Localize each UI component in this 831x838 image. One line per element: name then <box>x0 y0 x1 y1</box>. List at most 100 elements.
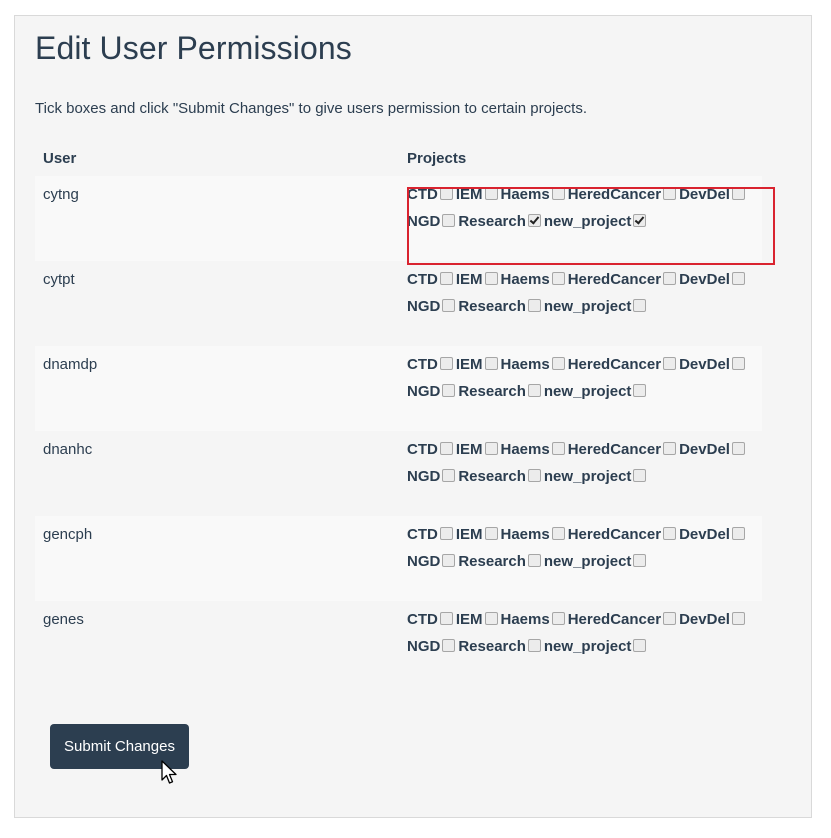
project-checkbox[interactable] <box>439 357 453 370</box>
project-checkbox[interactable] <box>484 612 498 625</box>
project-label: new_project <box>543 638 632 655</box>
project-label: Research <box>458 383 526 400</box>
project-option: HeredCancer <box>568 186 677 203</box>
project-option: new_project <box>544 553 647 570</box>
project-option: DevDel <box>679 441 745 458</box>
project-option: DevDel <box>679 186 745 203</box>
project-checkboxes: CTD IEM Haems HeredCancer DevDel NGD Research n… <box>399 431 762 516</box>
project-checkbox[interactable] <box>731 357 745 370</box>
project-checkbox[interactable] <box>731 442 745 455</box>
project-label: HeredCancer <box>567 441 662 458</box>
project-label: Research <box>458 553 526 570</box>
project-checkbox[interactable] <box>527 384 541 397</box>
project-option: Haems <box>501 611 565 628</box>
project-checkbox[interactable] <box>484 272 498 285</box>
project-option: CTD <box>407 271 453 288</box>
project-checkbox[interactable] <box>633 214 647 227</box>
project-option: CTD <box>407 611 453 628</box>
project-option: IEM <box>456 356 498 373</box>
project-checkbox[interactable] <box>439 272 453 285</box>
project-checkbox[interactable] <box>551 187 565 200</box>
project-label: new_project <box>543 468 632 485</box>
project-checkbox[interactable] <box>633 639 647 652</box>
project-option: NGD <box>407 213 456 230</box>
project-checkbox[interactable] <box>527 469 541 482</box>
project-label: DevDel <box>679 356 730 373</box>
project-checkbox[interactable] <box>484 442 498 455</box>
project-checkbox[interactable] <box>663 357 677 370</box>
project-option: Haems <box>501 186 565 203</box>
project-option: new_project <box>544 213 647 230</box>
project-label: CTD <box>407 611 438 628</box>
project-checkbox[interactable] <box>484 357 498 370</box>
project-option: DevDel <box>679 526 745 543</box>
project-checkbox[interactable] <box>442 639 456 652</box>
user-name: cytpt <box>35 261 399 346</box>
project-checkbox[interactable] <box>633 469 647 482</box>
page-title: Edit User Permissions <box>35 30 352 66</box>
user-name: cytng <box>35 176 399 261</box>
project-option: new_project <box>544 638 647 655</box>
project-checkbox[interactable] <box>439 187 453 200</box>
project-label: NGD <box>407 468 441 485</box>
project-checkbox[interactable] <box>442 214 456 227</box>
project-checkbox[interactable] <box>442 469 456 482</box>
project-checkbox[interactable] <box>663 527 677 540</box>
permissions-table: User Projects cytng CTD IEM Haems HeredCance… <box>35 140 762 686</box>
project-checkbox[interactable] <box>439 612 453 625</box>
project-line: CTD IEM Haems HeredCancer DevDel <box>407 271 754 298</box>
project-option: Research <box>458 383 541 400</box>
user-name: dnanhc <box>35 431 399 516</box>
project-checkbox[interactable] <box>731 612 745 625</box>
project-checkbox[interactable] <box>663 187 677 200</box>
project-checkbox[interactable] <box>551 612 565 625</box>
project-checkbox[interactable] <box>551 357 565 370</box>
project-option: Haems <box>501 526 565 543</box>
project-checkbox[interactable] <box>633 384 647 397</box>
project-checkbox[interactable] <box>442 554 456 567</box>
project-option: HeredCancer <box>568 526 677 543</box>
user-name: genes <box>35 601 399 686</box>
project-line: NGD Research new_project <box>407 553 754 580</box>
project-line: NGD Research new_project <box>407 638 754 665</box>
project-label: Research <box>458 468 526 485</box>
project-option: CTD <box>407 441 453 458</box>
project-label: IEM <box>455 356 483 373</box>
intro-text: Tick boxes and click "Submit Changes" to… <box>35 100 587 117</box>
project-checkbox[interactable] <box>731 272 745 285</box>
project-checkbox[interactable] <box>527 214 541 227</box>
table-row: cytng CTD IEM Haems HeredCancer DevDel NGD Rese… <box>35 176 762 261</box>
project-checkbox[interactable] <box>633 554 647 567</box>
project-option: Research <box>458 553 541 570</box>
project-checkbox[interactable] <box>484 527 498 540</box>
user-name: dnamdp <box>35 346 399 431</box>
project-checkbox[interactable] <box>551 272 565 285</box>
project-checkbox[interactable] <box>731 187 745 200</box>
project-label: Research <box>458 213 526 230</box>
project-line: NGD Research new_project <box>407 298 754 325</box>
project-checkbox[interactable] <box>439 527 453 540</box>
project-line: CTD IEM Haems HeredCancer DevDel <box>407 186 754 213</box>
project-checkbox[interactable] <box>527 299 541 312</box>
project-checkbox[interactable] <box>551 442 565 455</box>
project-checkbox[interactable] <box>551 527 565 540</box>
project-checkbox[interactable] <box>439 442 453 455</box>
project-checkbox[interactable] <box>442 299 456 312</box>
project-checkbox[interactable] <box>663 612 677 625</box>
project-option: HeredCancer <box>568 271 677 288</box>
project-option: DevDel <box>679 271 745 288</box>
project-line: CTD IEM Haems HeredCancer DevDel <box>407 441 754 468</box>
project-checkbox[interactable] <box>663 272 677 285</box>
project-option: Haems <box>501 271 565 288</box>
project-checkbox[interactable] <box>484 187 498 200</box>
project-label: DevDel <box>679 526 730 543</box>
project-option: Research <box>458 468 541 485</box>
project-option: NGD <box>407 553 456 570</box>
project-checkbox[interactable] <box>442 384 456 397</box>
project-checkbox[interactable] <box>633 299 647 312</box>
project-checkbox[interactable] <box>527 639 541 652</box>
project-checkbox[interactable] <box>731 527 745 540</box>
project-checkbox[interactable] <box>527 554 541 567</box>
project-checkbox[interactable] <box>663 442 677 455</box>
project-option: CTD <box>407 186 453 203</box>
